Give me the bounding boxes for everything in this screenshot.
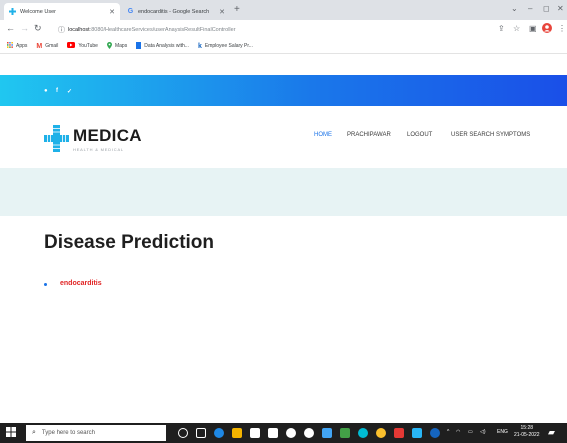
site-info-icon[interactable]: ⓘ bbox=[58, 25, 65, 35]
bookmark-label: Gmail bbox=[45, 43, 59, 49]
maximize-icon[interactable]: ◻ bbox=[543, 4, 550, 13]
nav-user-profile[interactable]: PRACHIPAWAR bbox=[347, 132, 391, 138]
taskbar-clock[interactable]: 15:28 21-05-2022 bbox=[514, 425, 540, 439]
share-icon[interactable]: ⇪ bbox=[498, 24, 505, 33]
edge-icon[interactable] bbox=[214, 428, 224, 438]
minimize-icon[interactable]: – bbox=[528, 4, 532, 13]
bookmark-youtube[interactable]: YouTube bbox=[67, 42, 98, 50]
reload-icon[interactable]: ↻ bbox=[34, 23, 42, 34]
page-banner bbox=[0, 168, 567, 216]
bookmark-gmail[interactable]: M Gmail bbox=[36, 43, 58, 50]
volume-icon[interactable]: ◁) bbox=[480, 429, 486, 435]
network-icon[interactable]: ◠ bbox=[456, 429, 460, 435]
tab-title: endocarditis - Google Search bbox=[138, 8, 210, 15]
clock-time: 15:28 bbox=[520, 425, 534, 431]
app-icon[interactable] bbox=[430, 428, 440, 438]
app-icon[interactable] bbox=[358, 428, 368, 438]
nav-logout[interactable]: LOGOUT bbox=[407, 132, 432, 138]
mail-icon[interactable] bbox=[268, 428, 278, 438]
bookmark-apps[interactable]: Apps bbox=[7, 42, 27, 50]
language-indicator[interactable]: ENG bbox=[497, 429, 508, 435]
browser-tab-bar: Welcome User ✕ G endocarditis - Google S… bbox=[0, 0, 567, 20]
new-tab-icon[interactable]: + bbox=[234, 4, 240, 15]
medica-logo-icon[interactable] bbox=[44, 125, 69, 152]
apps-grid-icon bbox=[7, 42, 13, 50]
url-path: :8080/HealthcareServices/userAnaysisResu… bbox=[89, 26, 236, 33]
tab-search-chevron-icon[interactable]: ⌄ bbox=[511, 4, 518, 13]
tray-chevron-icon[interactable]: ^ bbox=[447, 429, 449, 435]
bookmark-label: Employee Salary Pr... bbox=[204, 43, 253, 49]
globe-icon[interactable]: ● bbox=[44, 88, 48, 94]
nav-user-search-symptoms[interactable]: USER SEARCH SYMPTOMS bbox=[451, 132, 530, 138]
medica-favicon-icon bbox=[9, 8, 16, 15]
facebook-icon[interactable]: f bbox=[56, 88, 58, 94]
back-arrow-icon[interactable]: ← bbox=[6, 23, 15, 33]
app-icon[interactable] bbox=[322, 428, 332, 438]
browser-menu-icon[interactable]: ⋮ bbox=[558, 24, 566, 33]
bookmark-label: Data Analysis with... bbox=[144, 43, 189, 49]
app-icon[interactable] bbox=[286, 428, 296, 438]
google-favicon-icon: G bbox=[127, 8, 134, 15]
page-title: Disease Prediction bbox=[44, 232, 215, 253]
tab-title: Welcome User bbox=[20, 8, 56, 15]
tab-welcome-user[interactable]: Welcome User ✕ bbox=[4, 3, 120, 20]
windows-taskbar: ⌕ Type here to search ^ ◠ ▭ ◁) ENG 15:28… bbox=[0, 423, 567, 443]
store-icon[interactable] bbox=[250, 428, 260, 438]
profile-avatar-icon[interactable] bbox=[542, 23, 552, 35]
tab-close-icon[interactable]: ✕ bbox=[219, 8, 225, 16]
battery-icon[interactable]: ▭ bbox=[468, 429, 473, 435]
nav-home[interactable]: HOME bbox=[314, 132, 332, 138]
address-bar[interactable]: ⓘ localhost:8080/HealthcareServices/user… bbox=[58, 23, 478, 36]
bookmark-star-icon[interactable]: ☆ bbox=[513, 24, 520, 33]
predicted-disease: endocarditis bbox=[60, 280, 102, 287]
notifications-icon[interactable]: ▰ bbox=[548, 427, 555, 438]
close-window-icon[interactable]: ✕ bbox=[557, 4, 564, 13]
search-icon: ⌕ bbox=[32, 429, 36, 436]
taskbar-search-input[interactable]: ⌕ Type here to search bbox=[26, 425, 166, 441]
bookmark-label: Maps bbox=[114, 43, 128, 49]
twitter-icon[interactable]: ✓ bbox=[67, 88, 72, 95]
site-tagline: HEALTH & MEDICAL bbox=[73, 147, 124, 152]
chrome-icon[interactable] bbox=[376, 428, 386, 438]
tab-close-icon[interactable]: ✕ bbox=[109, 8, 115, 16]
bookmark-icon bbox=[136, 41, 142, 51]
url-host: localhost bbox=[68, 26, 90, 33]
forward-arrow-icon[interactable]: → bbox=[20, 23, 29, 33]
task-view-icon[interactable] bbox=[196, 428, 206, 438]
site-top-bar: ● f ✓ bbox=[0, 75, 567, 106]
list-bullet-icon bbox=[44, 283, 47, 286]
bookmarks-bar: Apps M Gmail YouTube Maps Data Analysis … bbox=[0, 39, 567, 54]
browser-toolbar: ← → ↻ ⓘ localhost:8080/HealthcareService… bbox=[0, 20, 567, 39]
k-icon: k bbox=[197, 42, 202, 50]
gmail-icon: M bbox=[36, 42, 43, 50]
cortana-icon[interactable] bbox=[178, 428, 188, 438]
bookmark-label: YouTube bbox=[78, 43, 98, 49]
app-icon[interactable] bbox=[340, 428, 350, 438]
file-explorer-icon[interactable] bbox=[232, 428, 242, 438]
settings-icon[interactable] bbox=[304, 428, 314, 438]
bookmark-label: Apps bbox=[16, 43, 28, 49]
tab-google-search[interactable]: G endocarditis - Google Search ✕ bbox=[122, 3, 230, 20]
app-icon[interactable] bbox=[394, 428, 404, 438]
windows-start-icon[interactable] bbox=[6, 427, 16, 440]
bookmark-data-analysis[interactable]: Data Analysis with... bbox=[136, 41, 189, 51]
site-brand[interactable]: MEDICA bbox=[73, 126, 142, 146]
youtube-icon bbox=[67, 42, 76, 50]
bookmark-employee-salary[interactable]: k Employee Salary Pr... bbox=[198, 43, 253, 50]
search-placeholder: Type here to search bbox=[41, 430, 95, 436]
clock-date: 21-05-2022 bbox=[514, 432, 540, 438]
bookmark-maps[interactable]: Maps bbox=[106, 41, 128, 51]
maps-pin-icon bbox=[106, 41, 112, 51]
extensions-icon[interactable]: ▣ bbox=[529, 24, 537, 33]
app-icon[interactable] bbox=[412, 428, 422, 438]
